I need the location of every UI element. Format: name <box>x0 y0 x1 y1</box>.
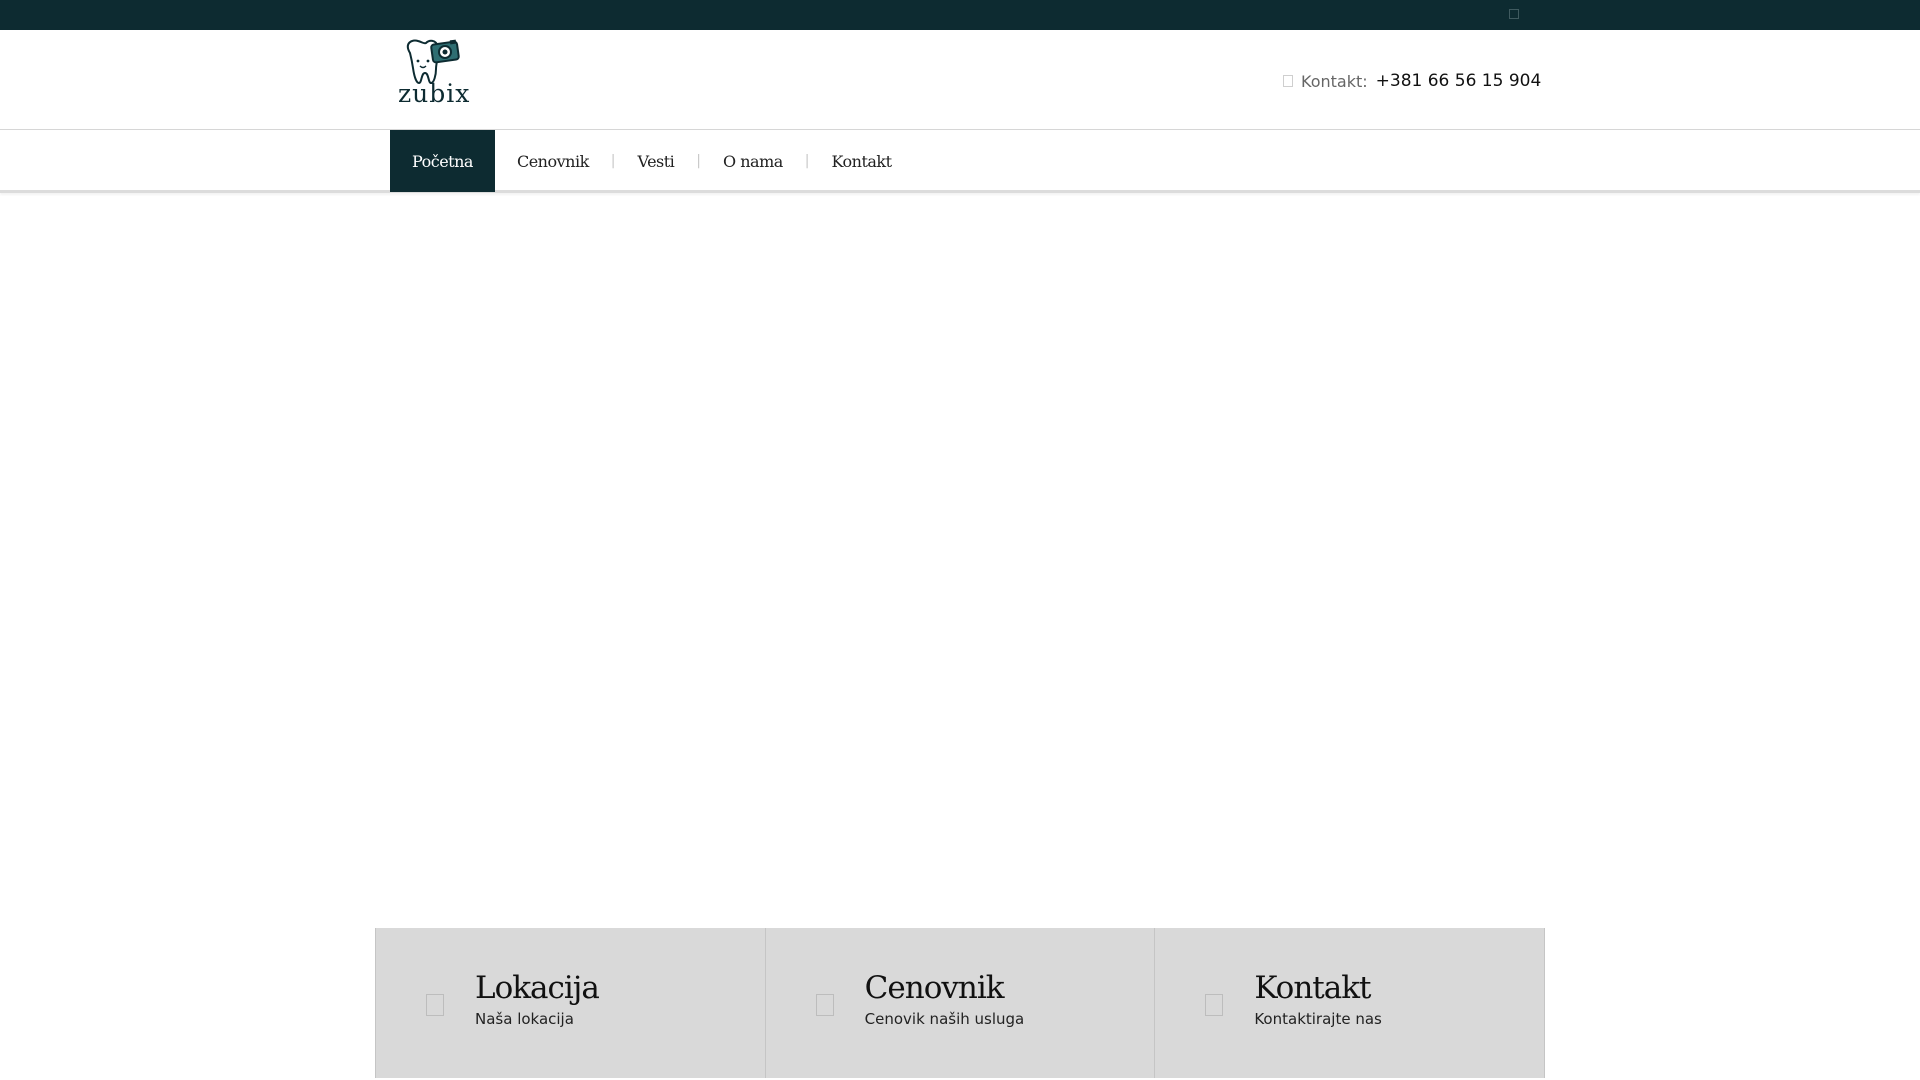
feature-cenovnik[interactable]: Cenovnik Cenovik naših usluga <box>765 928 1156 1078</box>
site-header: zubix Kontakt: +381 66 56 15 904 <box>0 30 1920 130</box>
nav-item-o-nama[interactable]: O nama <box>701 130 805 192</box>
nav-item-vesti[interactable]: Vesti <box>615 130 696 192</box>
feature-lokacija[interactable]: Lokacija Naša lokacija <box>375 928 766 1078</box>
header-contact: Kontakt: +381 66 56 15 904 <box>1283 70 1541 92</box>
top-bar <box>0 0 1920 30</box>
feature-title: Cenovnik <box>864 970 1005 1006</box>
contact-label: Kontakt: <box>1301 71 1368 91</box>
feature-boxes: Lokacija Naša lokacija Cenovnik Cenovik … <box>375 928 1546 1078</box>
phone-icon <box>1283 75 1293 87</box>
feature-kontakt[interactable]: Kontakt Kontaktirajte nas <box>1155 928 1546 1078</box>
feature-subtitle: Cenovik naših usluga <box>864 1010 1025 1028</box>
feature-subtitle: Naša lokacija <box>475 1010 574 1028</box>
contact-phone[interactable]: +381 66 56 15 904 <box>1376 71 1542 91</box>
feature-title: Lokacija <box>475 970 600 1006</box>
nav-item-cenovnik[interactable]: Cenovnik <box>495 130 611 192</box>
nav-item-kontakt[interactable]: Kontakt <box>810 130 914 192</box>
main-navigation: Početna Cenovnik | Vesti | O nama | Kont… <box>0 130 1920 193</box>
feature-title: Kontakt <box>1254 970 1371 1006</box>
hero-slider <box>0 196 1920 926</box>
location-icon <box>426 994 444 1016</box>
social-icon[interactable] <box>1509 9 1519 19</box>
price-icon <box>815 994 834 1016</box>
nav-item-pocetna[interactable]: Početna <box>390 130 495 192</box>
site-logo[interactable]: zubix <box>398 35 474 115</box>
contact-icon <box>1205 994 1224 1016</box>
feature-subtitle: Kontaktirajte nas <box>1254 1010 1382 1028</box>
logo-text: zubix <box>398 79 471 108</box>
